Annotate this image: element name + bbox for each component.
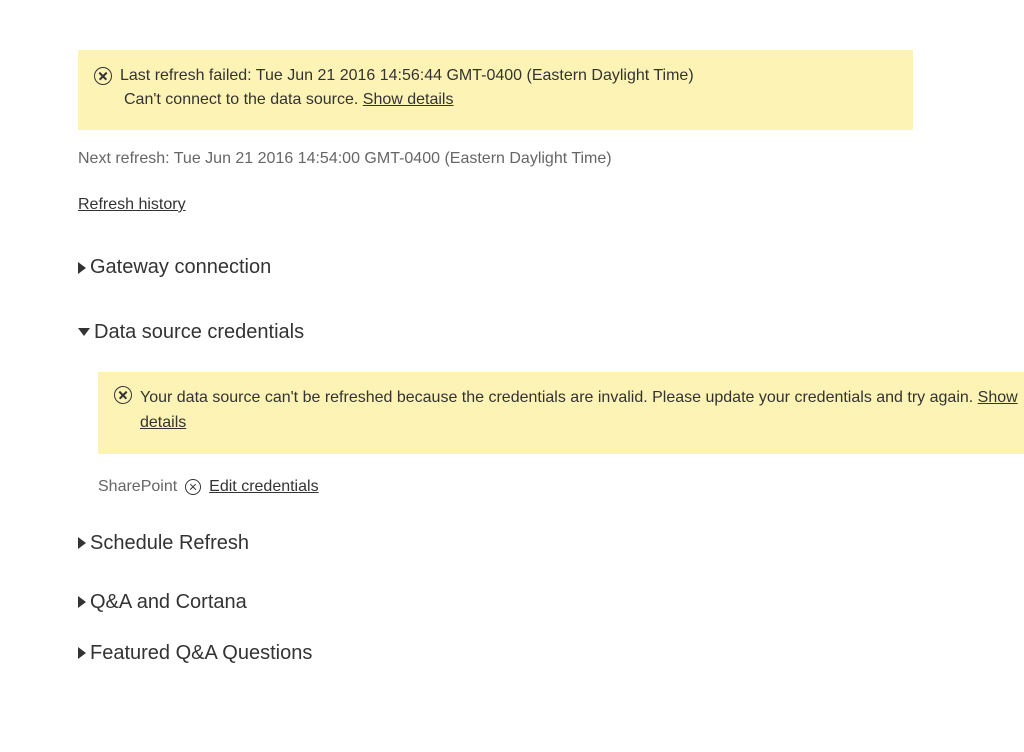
show-details-link[interactable]: Show details <box>363 91 454 108</box>
section-schedule-refresh[interactable]: Schedule Refresh <box>78 532 1024 555</box>
error-icon <box>94 67 112 85</box>
refresh-failed-banner: Last refresh failed: Tue Jun 21 2016 14:… <box>78 50 913 130</box>
section-featured-qa[interactable]: Featured Q&A Questions <box>78 642 1024 665</box>
section-qa-cortana[interactable]: Q&A and Cortana <box>78 591 1024 614</box>
chevron-down-icon <box>78 328 90 336</box>
credentials-invalid-text: Your data source can't be refreshed beca… <box>140 389 978 406</box>
chevron-right-icon <box>78 596 86 608</box>
section-label: Featured Q&A Questions <box>90 642 312 665</box>
chevron-right-icon <box>78 537 86 549</box>
refresh-failed-detail: Can't connect to the data source. <box>124 91 363 108</box>
edit-credentials-link[interactable]: Edit credentials <box>209 478 318 496</box>
chevron-right-icon <box>78 262 86 274</box>
section-gateway-connection[interactable]: Gateway connection <box>78 256 1024 279</box>
next-refresh-text: Next refresh: Tue Jun 21 2016 14:54:00 G… <box>78 150 1024 168</box>
section-label: Data source credentials <box>94 321 304 344</box>
error-icon <box>114 386 132 404</box>
section-label: Gateway connection <box>90 256 271 279</box>
section-label: Schedule Refresh <box>90 532 249 555</box>
chevron-right-icon <box>78 647 86 659</box>
refresh-history-link[interactable]: Refresh history <box>78 196 186 214</box>
error-icon <box>185 479 201 495</box>
credentials-invalid-banner: Your data source can't be refreshed beca… <box>98 372 1024 454</box>
section-label: Q&A and Cortana <box>90 591 247 614</box>
section-data-source-credentials[interactable]: Data source credentials <box>78 321 1024 344</box>
data-source-name: SharePoint <box>98 478 177 496</box>
refresh-failed-text: Last refresh failed: Tue Jun 21 2016 14:… <box>120 64 694 88</box>
data-source-row: SharePoint Edit credentials <box>98 478 1024 496</box>
